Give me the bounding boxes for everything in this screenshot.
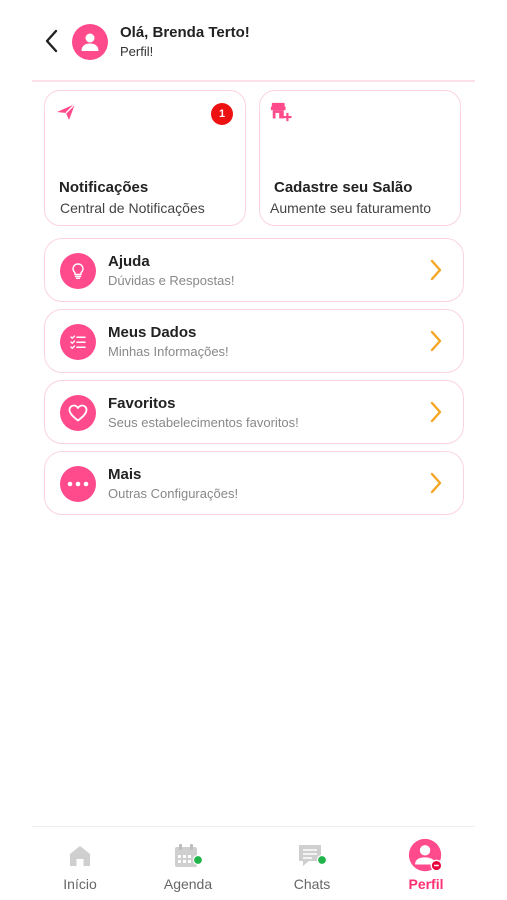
- menu-item-subtitle: Dúvidas e Respostas!: [108, 273, 235, 288]
- menu-item-subtitle: Seus estabelecimentos favoritos!: [108, 415, 299, 430]
- profile-icon: [407, 838, 445, 874]
- chevron-left-icon: [45, 29, 58, 53]
- user-icon: [81, 33, 99, 51]
- nav-item-home[interactable]: Início: [30, 832, 130, 896]
- chevron-right-icon: [430, 259, 442, 281]
- heart-icon: [68, 404, 88, 422]
- greeting-title: Olá, Brenda Terto!: [120, 24, 250, 41]
- more-icon-circle: [60, 466, 96, 502]
- menu-item-more[interactable]: Mais Outras Configurações!: [44, 451, 464, 515]
- chevron-right-icon: [430, 330, 442, 352]
- help-icon-circle: [60, 253, 96, 289]
- nav-label: Perfil: [408, 876, 444, 892]
- menu-item-subtitle: Outras Configurações!: [108, 486, 239, 501]
- nav-item-agenda[interactable]: Agenda: [138, 832, 238, 896]
- avatar: [72, 24, 108, 60]
- card-title: Cadastre seu Salão: [274, 179, 413, 196]
- home-icon: [61, 838, 99, 874]
- store-add-icon: [270, 102, 292, 122]
- chevron-right-icon: [430, 401, 442, 423]
- menu-item-title: Mais: [108, 466, 142, 483]
- card-subtitle: Central de Notificações: [60, 200, 205, 216]
- chat-icon: [293, 838, 331, 874]
- calendar-icon: [169, 838, 207, 874]
- paper-plane-icon: [57, 103, 76, 120]
- nav-label: Agenda: [163, 876, 213, 892]
- menu-item-subtitle: Minhas Informações!: [108, 344, 229, 359]
- favorites-icon-circle: [60, 395, 96, 431]
- chevron-right-icon: [430, 472, 442, 494]
- register-salon-card[interactable]: Cadastre seu Salão Aumente seu faturamen…: [259, 90, 461, 226]
- notification-badge: 1: [211, 103, 233, 125]
- nav-label: Início: [63, 876, 97, 892]
- card-title: Notificações: [59, 179, 149, 196]
- nav-item-profile[interactable]: Perfil: [376, 832, 476, 896]
- menu-item-title: Ajuda: [108, 253, 150, 270]
- menu-item-help[interactable]: Ajuda Dúvidas e Respostas!: [44, 238, 464, 302]
- more-dots-icon: [67, 481, 89, 487]
- bottom-nav-divider: [32, 826, 475, 827]
- my-data-icon-circle: [60, 324, 96, 360]
- checklist-icon: [70, 335, 86, 349]
- header: Olá, Brenda Terto! Perfil!: [0, 0, 507, 82]
- menu-item-favorites[interactable]: Favoritos Seus estabelecimentos favorito…: [44, 380, 464, 444]
- card-subtitle: Aumente seu faturamento: [270, 200, 432, 216]
- menu-item-title: Favoritos: [108, 395, 176, 412]
- header-divider: [32, 80, 475, 82]
- page-subtitle: Perfil!: [120, 44, 154, 59]
- nav-label: Chats: [293, 876, 331, 892]
- menu-item-my-data[interactable]: Meus Dados Minhas Informações!: [44, 309, 464, 373]
- nav-item-chats[interactable]: Chats: [262, 832, 362, 896]
- menu-item-title: Meus Dados: [108, 324, 197, 341]
- back-button[interactable]: [38, 26, 64, 56]
- notifications-card[interactable]: 1 Notificações Central de Notificações: [44, 90, 246, 226]
- lightbulb-icon: [72, 263, 84, 279]
